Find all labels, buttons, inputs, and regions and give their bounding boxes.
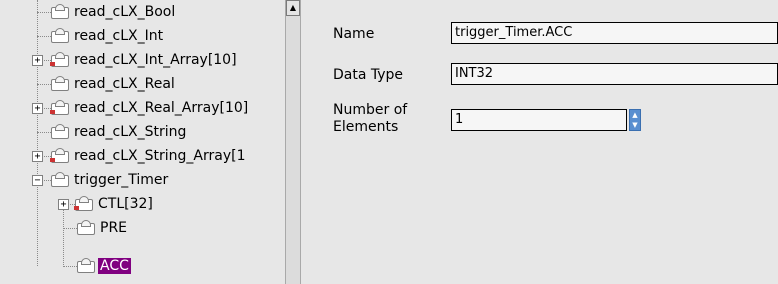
tree-scrollbar[interactable]: ▲	[285, 0, 301, 284]
tag-array-icon	[74, 196, 94, 212]
tree-item[interactable]: CTL[32]	[74, 192, 155, 216]
tree-item-label: read_cLX_Real_Array[10]	[74, 100, 249, 116]
tree-item[interactable]: read_cLX_Int_Array[10]	[50, 48, 239, 72]
tag-array-icon	[50, 100, 70, 116]
tag-tree: read_cLX_Bool read_cLX_Int + read_cLX_In…	[0, 0, 285, 284]
tree-item-label: read_cLX_String	[74, 124, 187, 140]
tree-item[interactable]: PRE	[76, 216, 129, 240]
tag-array-icon	[50, 148, 70, 164]
collapse-minus-icon[interactable]: −	[32, 175, 43, 186]
tree-item-label: ACC	[98, 258, 131, 274]
elements-label-line1: Number of	[333, 102, 408, 118]
tree-item-label: read_cLX_Int_Array[10]	[74, 52, 237, 68]
tag-node-icon	[50, 28, 70, 44]
tree-connector	[37, 36, 51, 37]
expand-plus-icon[interactable]: +	[32, 151, 43, 162]
tree-item[interactable]: read_cLX_Real	[50, 72, 177, 96]
datatype-label: Data Type	[333, 67, 404, 83]
tree-item[interactable]: read_cLX_String	[50, 120, 188, 144]
tree-item[interactable]: read_cLX_Real_Array[10]	[50, 96, 250, 120]
tree-item-label: read_cLX_Bool	[74, 4, 176, 20]
tree-item[interactable]: read_cLX_Int	[50, 24, 165, 48]
elements-field[interactable]: 1	[451, 109, 627, 131]
tag-node-icon	[50, 124, 70, 140]
tree-item-label: read_cLX_Int	[74, 28, 164, 44]
tree-connector	[37, 0, 38, 266]
tree-item-label: read_cLX_Real	[74, 76, 175, 92]
properties-panel: Name trigger_Timer.ACC Data Type INT32 N…	[301, 0, 778, 284]
expand-plus-icon[interactable]: +	[32, 103, 43, 114]
tree-item-label: CTL[32]	[98, 196, 153, 212]
tree-connector	[37, 84, 51, 85]
tree-connector	[37, 12, 51, 13]
tree-connector	[63, 228, 77, 229]
tree-item[interactable]: read_cLX_Bool	[50, 0, 177, 24]
tag-struct-icon	[50, 172, 70, 188]
tag-node-icon	[76, 258, 96, 274]
tree-item-label: trigger_Timer	[74, 172, 169, 188]
tree-connector	[63, 266, 77, 267]
name-label: Name	[333, 26, 375, 42]
spin-down-icon[interactable]: ▼	[630, 120, 640, 130]
expand-plus-icon[interactable]: +	[32, 55, 43, 66]
tag-array-icon	[50, 52, 70, 68]
scroll-up-arrow-icon[interactable]: ▲	[286, 0, 300, 16]
expand-plus-icon[interactable]: +	[58, 199, 69, 210]
tag-node-icon	[50, 4, 70, 20]
tree-item[interactable]: trigger_Timer	[50, 168, 170, 192]
spin-up-icon[interactable]: ▲	[630, 110, 640, 120]
datatype-field[interactable]: INT32	[451, 63, 778, 85]
tree-item-label: read_cLX_String_Array[1	[74, 148, 246, 164]
tree-item-selected[interactable]: ACC	[76, 254, 131, 278]
tree-connector	[63, 210, 64, 267]
tag-node-icon	[76, 220, 96, 236]
tree-item-label: PRE	[100, 220, 128, 236]
tree-connector	[37, 132, 51, 133]
spinner-icon[interactable]: ▲ ▼	[629, 109, 641, 131]
tree-item[interactable]: read_cLX_String_Array[1	[50, 144, 247, 168]
name-field[interactable]: trigger_Timer.ACC	[451, 22, 778, 44]
elements-label-line2: Elements	[333, 119, 399, 135]
tag-node-icon	[50, 76, 70, 92]
